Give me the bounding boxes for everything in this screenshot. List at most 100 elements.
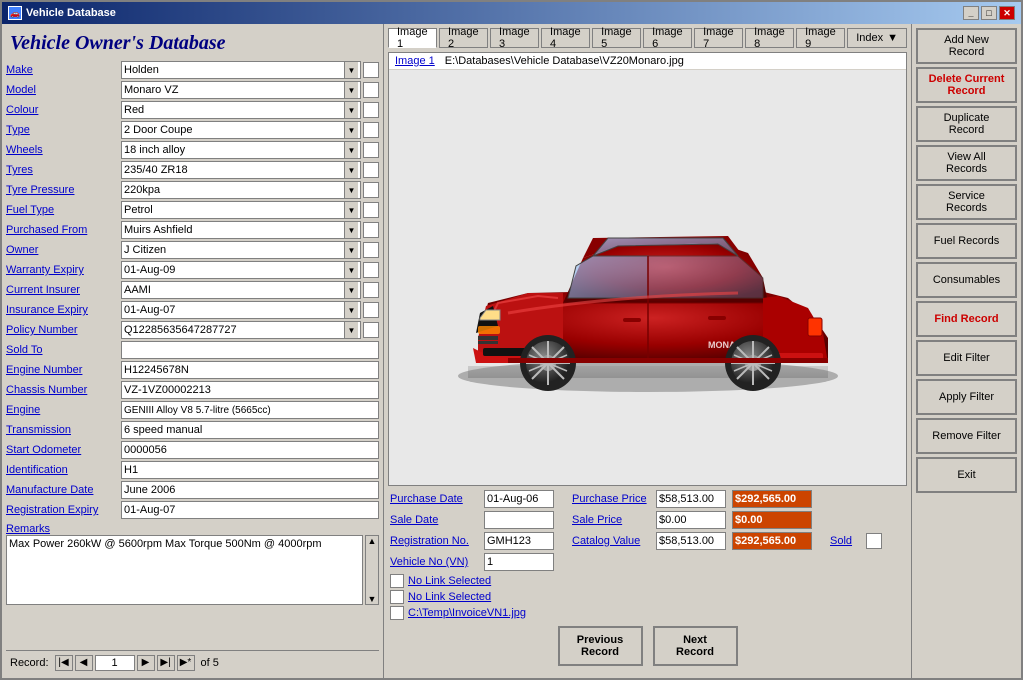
value-purchase-price[interactable]: $58,513.00 — [656, 490, 726, 508]
next-record-button[interactable]: NextRecord — [653, 626, 738, 666]
tab-image-7[interactable]: Image 7 — [694, 28, 743, 48]
nav-last-button[interactable]: ▶| — [157, 655, 175, 671]
field-label-wheels[interactable]: Wheels — [6, 144, 121, 156]
add-new-record-button[interactable]: Add NewRecord — [916, 28, 1017, 64]
label-catalog-value[interactable]: Catalog Value — [572, 535, 652, 547]
value-catalog-value[interactable]: $58,513.00 — [656, 532, 726, 550]
field-label-type[interactable]: Type — [6, 124, 121, 136]
label-purchase-date[interactable]: Purchase Date — [390, 493, 480, 505]
link-label-1[interactable]: No Link Selected — [408, 575, 491, 587]
tab-image-8[interactable]: Image 8 — [745, 28, 794, 48]
remarks-scroll-down[interactable]: ▼ — [366, 594, 378, 604]
view-all-records-button[interactable]: View AllRecords — [916, 145, 1017, 181]
tab-image-6[interactable]: Image 6 — [643, 28, 692, 48]
remove-filter-button[interactable]: Remove Filter — [916, 418, 1017, 454]
field-input-manufacture-date[interactable]: June 2006 — [121, 481, 379, 499]
field-checkbox-warranty-expiry[interactable] — [363, 262, 379, 278]
link-label-3[interactable]: C:\Temp\InvoiceVN1.jpg — [408, 607, 526, 619]
image-label[interactable]: Image 1 — [395, 55, 435, 67]
field-input-identification[interactable]: H1 — [121, 461, 379, 479]
label-sale-price[interactable]: Sale Price — [572, 514, 652, 526]
field-label-engine[interactable]: Engine — [6, 404, 121, 416]
field-input-fuel-type[interactable]: Petrol ▼ — [121, 201, 361, 219]
field-input-make[interactable]: Holden ▼ — [121, 61, 361, 79]
index-button[interactable]: Index ▼ — [847, 28, 907, 48]
field-input-model[interactable]: Monaro VZ ▼ — [121, 81, 361, 99]
field-checkbox-current-insurer[interactable] — [363, 282, 379, 298]
fuel-records-button[interactable]: Fuel Records — [916, 223, 1017, 259]
link-checkbox-1[interactable] — [390, 574, 404, 588]
field-input-current-insurer[interactable]: AAMI ▼ — [121, 281, 361, 299]
field-input-owner[interactable]: J Citizen ▼ — [121, 241, 361, 259]
find-record-button[interactable]: Find Record — [916, 301, 1017, 337]
field-label-fuel-type[interactable]: Fuel Type — [6, 204, 121, 216]
field-checkbox-owner[interactable] — [363, 242, 379, 258]
field-label-colour[interactable]: Colour — [6, 104, 121, 116]
dropdown-arrow-tyre-pressure[interactable]: ▼ — [344, 182, 358, 198]
field-input-tyres[interactable]: 235/40 ZR18 ▼ — [121, 161, 361, 179]
nav-next-button[interactable]: ▶ — [137, 655, 155, 671]
field-label-warranty-expiry[interactable]: Warranty Expiry — [6, 264, 121, 276]
tab-image-1[interactable]: Image 1 — [388, 28, 437, 48]
label-vehicle-no[interactable]: Vehicle No (VN) — [390, 556, 480, 568]
field-checkbox-type[interactable] — [363, 122, 379, 138]
previous-record-button[interactable]: PreviousRecord — [558, 626, 643, 666]
exit-button[interactable]: Exit — [916, 457, 1017, 493]
field-label-chassis-number[interactable]: Chassis Number — [6, 384, 121, 396]
value-purchase-price-orange[interactable]: $292,565.00 — [732, 490, 812, 508]
field-checkbox-tyre-pressure[interactable] — [363, 182, 379, 198]
maximize-button[interactable]: □ — [981, 6, 997, 20]
tab-image-9[interactable]: Image 9 — [796, 28, 845, 48]
duplicate-record-button[interactable]: DuplicateRecord — [916, 106, 1017, 142]
field-checkbox-make[interactable] — [363, 62, 379, 78]
tab-image-2[interactable]: Image 2 — [439, 28, 488, 48]
field-label-tyre-pressure[interactable]: Tyre Pressure — [6, 184, 121, 196]
field-input-engine[interactable]: GENIII Alloy V8 5.7-litre (5665cc) — [121, 401, 379, 419]
field-checkbox-policy-number[interactable] — [363, 322, 379, 338]
value-sale-date[interactable] — [484, 511, 554, 529]
dropdown-arrow-insurance-expiry[interactable]: ▼ — [344, 302, 358, 318]
tab-image-3[interactable]: Image 3 — [490, 28, 539, 48]
value-sale-price[interactable]: $0.00 — [656, 511, 726, 529]
field-checkbox-colour[interactable] — [363, 102, 379, 118]
label-sold[interactable]: Sold — [830, 535, 860, 547]
label-registration-no[interactable]: Registration No. — [390, 535, 480, 547]
dropdown-arrow-tyres[interactable]: ▼ — [344, 162, 358, 178]
close-button[interactable]: ✕ — [999, 6, 1015, 20]
dropdown-arrow-owner[interactable]: ▼ — [344, 242, 358, 258]
tab-image-4[interactable]: Image 4 — [541, 28, 590, 48]
dropdown-arrow-warranty-expiry[interactable]: ▼ — [344, 262, 358, 278]
dropdown-arrow-purchased-from[interactable]: ▼ — [344, 222, 358, 238]
service-records-button[interactable]: ServiceRecords — [916, 184, 1017, 220]
field-input-policy-number[interactable]: Q12285635647287727 ▼ — [121, 321, 361, 339]
field-label-engine-number[interactable]: Engine Number — [6, 364, 121, 376]
field-input-tyre-pressure[interactable]: 220kpa ▼ — [121, 181, 361, 199]
remarks-label[interactable]: Remarks — [6, 523, 379, 535]
remarks-scroll-up[interactable]: ▲ — [366, 536, 378, 546]
dropdown-arrow-colour[interactable]: ▼ — [344, 102, 358, 118]
field-input-engine-number[interactable]: H12245678N — [121, 361, 379, 379]
dropdown-arrow-make[interactable]: ▼ — [344, 62, 358, 78]
apply-filter-button[interactable]: Apply Filter — [916, 379, 1017, 415]
field-label-start-odometer[interactable]: Start Odometer — [6, 444, 121, 456]
field-input-type[interactable]: 2 Door Coupe ▼ — [121, 121, 361, 139]
field-input-warranty-expiry[interactable]: 01-Aug-09 ▼ — [121, 261, 361, 279]
checkbox-sold[interactable] — [866, 533, 882, 549]
field-checkbox-tyres[interactable] — [363, 162, 379, 178]
field-label-make[interactable]: Make — [6, 64, 121, 76]
field-label-transmission[interactable]: Transmission — [6, 424, 121, 436]
field-label-current-insurer[interactable]: Current Insurer — [6, 284, 121, 296]
field-label-policy-number[interactable]: Policy Number — [6, 324, 121, 336]
label-sale-date[interactable]: Sale Date — [390, 514, 480, 526]
nav-prev-button[interactable]: ◀ — [75, 655, 93, 671]
field-checkbox-fuel-type[interactable] — [363, 202, 379, 218]
field-checkbox-insurance-expiry[interactable] — [363, 302, 379, 318]
field-label-tyres[interactable]: Tyres — [6, 164, 121, 176]
field-input-registration-expiry[interactable]: 01-Aug-07 — [121, 501, 379, 519]
field-checkbox-wheels[interactable] — [363, 142, 379, 158]
remarks-textarea[interactable]: Max Power 260kW @ 5600rpm Max Torque 500… — [6, 535, 363, 605]
field-label-sold-to[interactable]: Sold To — [6, 344, 121, 356]
field-label-owner[interactable]: Owner — [6, 244, 121, 256]
dropdown-arrow-fuel-type[interactable]: ▼ — [344, 202, 358, 218]
tab-image-5[interactable]: Image 5 — [592, 28, 641, 48]
